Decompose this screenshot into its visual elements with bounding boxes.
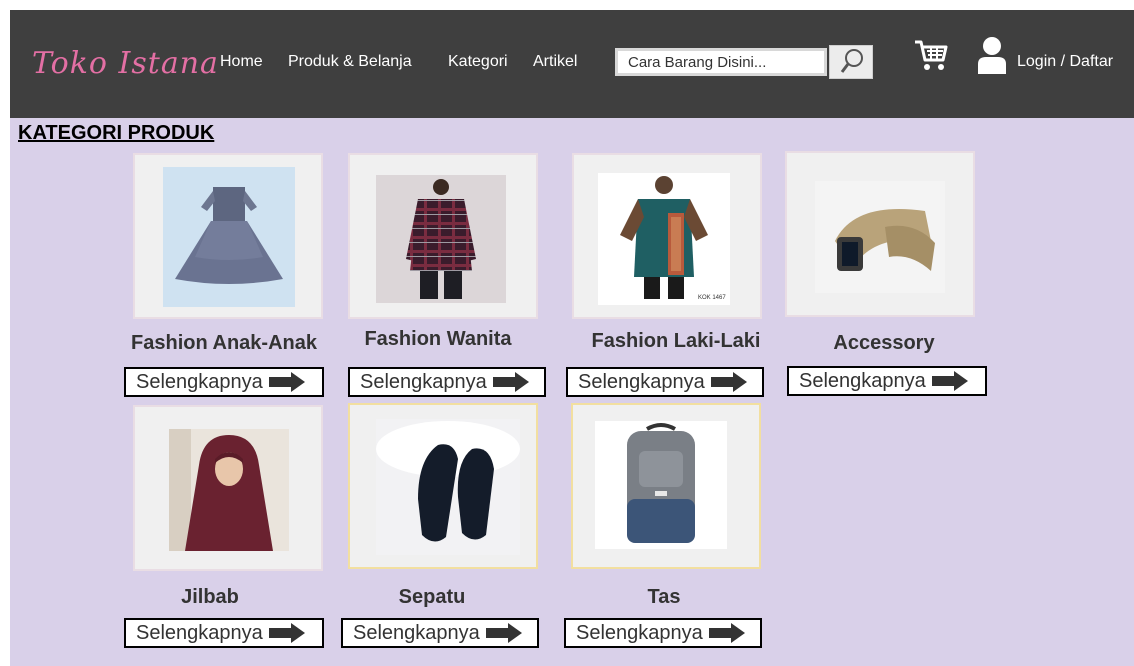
- category-card-sepatu[interactable]: [348, 403, 538, 569]
- dress-illustration: [175, 187, 283, 284]
- arrow-right-icon: [268, 372, 305, 392]
- product-image-tag: KOK 1467: [698, 295, 726, 301]
- arrow-right-icon: [931, 371, 968, 391]
- product-image-shoes: [376, 419, 520, 555]
- button-label: Selengkapnya: [136, 370, 263, 393]
- category-label: Fashion Wanita: [364, 328, 512, 350]
- search-icon: [840, 49, 863, 73]
- selengkapnya-button-jilbab[interactable]: Selengkapnya: [124, 618, 324, 648]
- selengkapnya-button-sepatu[interactable]: Selengkapnya: [341, 618, 539, 648]
- arrow-right-icon: [268, 623, 305, 643]
- login-register-link[interactable]: Login / Daftar: [1017, 53, 1113, 71]
- cart-icon[interactable]: [913, 38, 949, 72]
- jilbab-illustration: [169, 429, 273, 551]
- shirt-illustration: [406, 179, 476, 299]
- category-label: Accessory: [833, 332, 935, 354]
- nav-artikel[interactable]: Artikel: [533, 53, 577, 71]
- category-card-accessory[interactable]: [785, 151, 975, 317]
- button-label: Selengkapnya: [799, 369, 926, 392]
- selengkapnya-button-fashion-anak[interactable]: Selengkapnya: [124, 367, 324, 397]
- arrow-right-icon: [708, 623, 745, 643]
- arrow-right-icon: [485, 623, 522, 643]
- category-label: Fashion Anak-Anak: [131, 332, 317, 354]
- nav-home[interactable]: Home: [220, 53, 263, 71]
- category-label: Sepatu: [398, 586, 466, 608]
- button-label: Selengkapnya: [136, 621, 263, 644]
- category-card-fashion-wanita[interactable]: [348, 153, 538, 319]
- selengkapnya-button-accessory[interactable]: Selengkapnya: [787, 366, 987, 396]
- shoes-illustration: [376, 421, 520, 542]
- button-label: Selengkapnya: [578, 370, 705, 393]
- product-image-jilbab: [169, 429, 289, 551]
- button-label: Selengkapnya: [360, 370, 487, 393]
- button-label: Selengkapnya: [576, 621, 703, 644]
- arrow-right-icon: [710, 372, 747, 392]
- belt-illustration: [835, 209, 935, 271]
- user-icon: [978, 37, 1006, 74]
- search-button[interactable]: [829, 45, 873, 79]
- backpack-illustration: [627, 423, 695, 543]
- product-image-dress: [163, 167, 295, 307]
- selengkapnya-button-fashion-laki[interactable]: Selengkapnya: [566, 367, 764, 397]
- nav-produk-belanja[interactable]: Produk & Belanja: [288, 53, 412, 71]
- selengkapnya-button-tas[interactable]: Selengkapnya: [564, 618, 762, 648]
- page: Toko Istana Home Produk & Belanja Katego…: [10, 10, 1134, 666]
- navbar: Toko Istana Home Produk & Belanja Katego…: [10, 10, 1134, 118]
- category-card-fashion-anak[interactable]: [133, 153, 323, 319]
- category-card-jilbab[interactable]: [133, 405, 323, 571]
- button-label: Selengkapnya: [353, 621, 480, 644]
- section-title: KATEGORI PRODUK: [18, 122, 215, 144]
- logo[interactable]: Toko Istana: [32, 46, 219, 81]
- search-input[interactable]: [615, 48, 827, 76]
- category-label: Fashion Laki-Laki: [591, 330, 761, 352]
- category-label: Tas: [647, 586, 681, 608]
- product-image-batik-shirt: KOK 1467: [598, 173, 730, 305]
- category-card-tas[interactable]: [571, 403, 761, 569]
- product-image-belt: [815, 181, 945, 293]
- category-label: Jilbab: [181, 586, 239, 608]
- category-card-fashion-laki[interactable]: KOK 1467: [572, 153, 762, 319]
- selengkapnya-button-fashion-wanita[interactable]: Selengkapnya: [348, 367, 546, 397]
- batik-shirt-illustration: KOK 1467: [620, 176, 726, 301]
- nav-kategori[interactable]: Kategori: [448, 53, 508, 71]
- arrow-right-icon: [492, 372, 529, 392]
- product-image-flannel-shirt: [376, 175, 506, 303]
- product-image-backpack: [595, 421, 727, 549]
